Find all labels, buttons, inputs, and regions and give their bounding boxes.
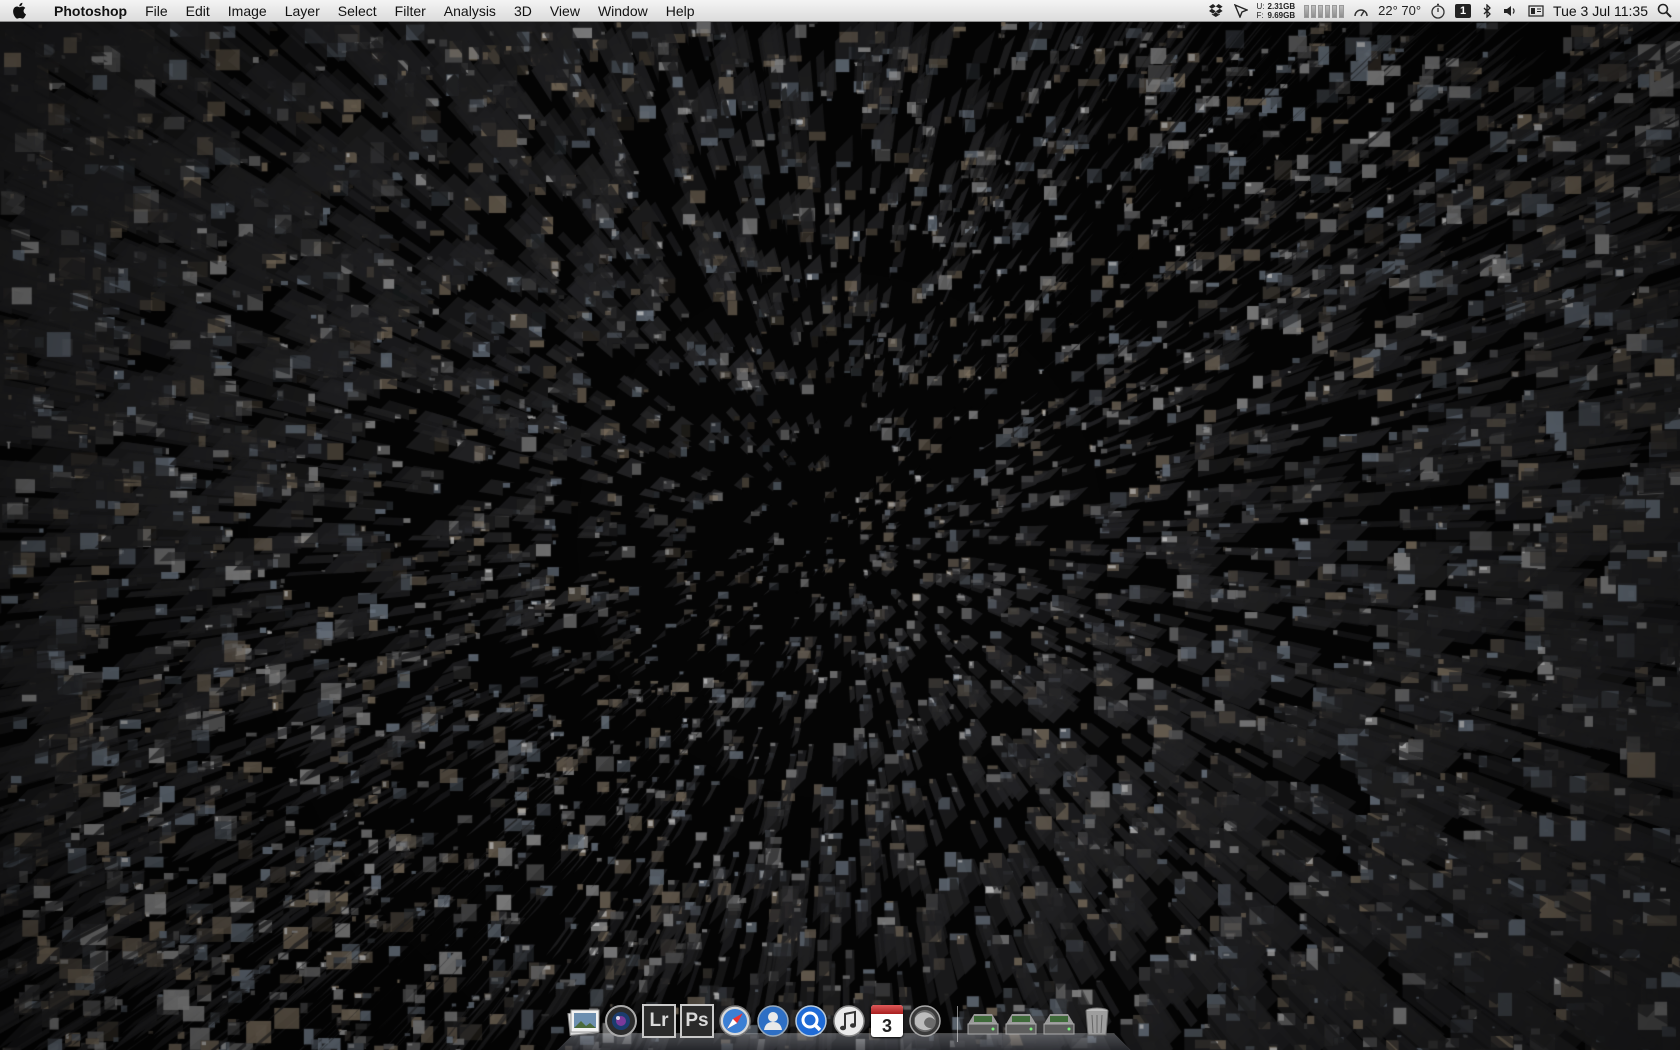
quicktime-icon bbox=[792, 1002, 830, 1040]
hard-drive-icon bbox=[1002, 1002, 1040, 1040]
globe-icon bbox=[906, 1002, 944, 1040]
fan-gauge-icon[interactable] bbox=[1353, 0, 1369, 22]
dock-item-drive-stack-1[interactable] bbox=[964, 1002, 1002, 1040]
cursor-arrow-icon[interactable] bbox=[1233, 0, 1248, 22]
dropbox-icon[interactable] bbox=[1208, 0, 1225, 22]
apple-menu-icon[interactable] bbox=[0, 0, 40, 22]
spotlight-search-icon[interactable] bbox=[1657, 0, 1672, 22]
volume-icon[interactable] bbox=[1503, 0, 1519, 22]
menu-layer[interactable]: Layer bbox=[276, 0, 329, 22]
memory-free-value: 9.69GB bbox=[1267, 10, 1296, 20]
camera-lens-icon bbox=[602, 1002, 640, 1040]
dock-item-quicktime[interactable] bbox=[792, 1002, 830, 1040]
menu-help[interactable]: Help bbox=[657, 0, 704, 22]
dock-item-photoshop[interactable]: Ps bbox=[678, 1002, 716, 1040]
trash-icon bbox=[1078, 1002, 1116, 1040]
menu-view[interactable]: View bbox=[541, 0, 589, 22]
memory-used-value: 2.31GB bbox=[1267, 1, 1296, 11]
cpu-bar bbox=[1339, 4, 1345, 18]
menu-bar: Photoshop File Edit Image Layer Select F… bbox=[0, 0, 1680, 22]
cpu-bar bbox=[1318, 4, 1324, 18]
menu-bar-left: Photoshop File Edit Image Layer Select F… bbox=[0, 0, 704, 22]
memory-free-label: F: bbox=[1256, 10, 1264, 20]
memory-monitor[interactable]: U: F: 2.31GB 9.69GB bbox=[1257, 0, 1296, 22]
temperature-readout[interactable]: 22° 70° bbox=[1378, 3, 1421, 18]
cpu-bar bbox=[1332, 4, 1338, 18]
dock-item-itunes[interactable] bbox=[830, 1002, 868, 1040]
dock-item-trash[interactable] bbox=[1078, 1002, 1116, 1040]
cpu-bar bbox=[1311, 4, 1317, 18]
hard-drive-icon bbox=[964, 1002, 1002, 1040]
menu-window[interactable]: Window bbox=[589, 0, 657, 22]
calendar-day: 3 bbox=[881, 1016, 892, 1036]
memory-used-label: U: bbox=[1256, 1, 1265, 11]
dock-item-contacts[interactable] bbox=[754, 1002, 792, 1040]
menu-3d[interactable]: 3D bbox=[505, 0, 541, 22]
menu-bar-extras: U: F: 2.31GB 9.69GB 22° 70° 1 Tue 3 Jul … bbox=[1208, 0, 1680, 22]
city-wallpaper bbox=[0, 22, 1680, 1050]
menu-app-photoshop[interactable]: Photoshop bbox=[40, 0, 136, 22]
cpu-meter[interactable] bbox=[1304, 4, 1345, 18]
menu-image[interactable]: Image bbox=[219, 0, 276, 22]
photoshop-icon: Ps bbox=[680, 1004, 714, 1038]
menu-clock[interactable]: Tue 3 Jul 11:35 bbox=[1553, 3, 1648, 19]
calendar-icon: 3 bbox=[871, 1005, 903, 1037]
lightroom-icon: Lr bbox=[642, 1004, 676, 1038]
dock-item-drive-stack-2[interactable] bbox=[1002, 1002, 1040, 1040]
hard-drive-icon bbox=[1040, 1002, 1078, 1040]
cpu-bar bbox=[1325, 4, 1331, 18]
photo-stack-icon bbox=[565, 1002, 603, 1040]
dock-item-lightroom[interactable]: Lr bbox=[640, 1002, 678, 1040]
dock-item-safari[interactable] bbox=[716, 1002, 754, 1040]
menu-file[interactable]: File bbox=[136, 0, 177, 22]
music-note-icon bbox=[830, 1002, 868, 1040]
dock-item-preview[interactable] bbox=[565, 1002, 603, 1040]
menu-edit[interactable]: Edit bbox=[177, 0, 219, 22]
stopwatch-icon[interactable] bbox=[1430, 0, 1446, 22]
menu-analysis[interactable]: Analysis bbox=[435, 0, 505, 22]
input-source-icon[interactable] bbox=[1528, 0, 1544, 22]
dock-item-photo-booth[interactable] bbox=[602, 1002, 640, 1040]
compass-icon bbox=[716, 1002, 754, 1040]
spaces-indicator[interactable]: 1 bbox=[1455, 3, 1472, 18]
desktop[interactable]: Photoshop File Edit Image Layer Select F… bbox=[0, 0, 1680, 1050]
cpu-bar bbox=[1304, 4, 1310, 18]
calendar-header bbox=[871, 1005, 903, 1014]
dock-item-firefox[interactable] bbox=[906, 1002, 944, 1040]
menu-select[interactable]: Select bbox=[329, 0, 386, 22]
dock-item-ical[interactable]: 3 bbox=[868, 1002, 906, 1040]
dock-item-drive-stack-3[interactable] bbox=[1040, 1002, 1078, 1040]
menu-filter[interactable]: Filter bbox=[386, 0, 435, 22]
bluetooth-icon[interactable] bbox=[1480, 0, 1494, 22]
person-icon bbox=[754, 1002, 792, 1040]
